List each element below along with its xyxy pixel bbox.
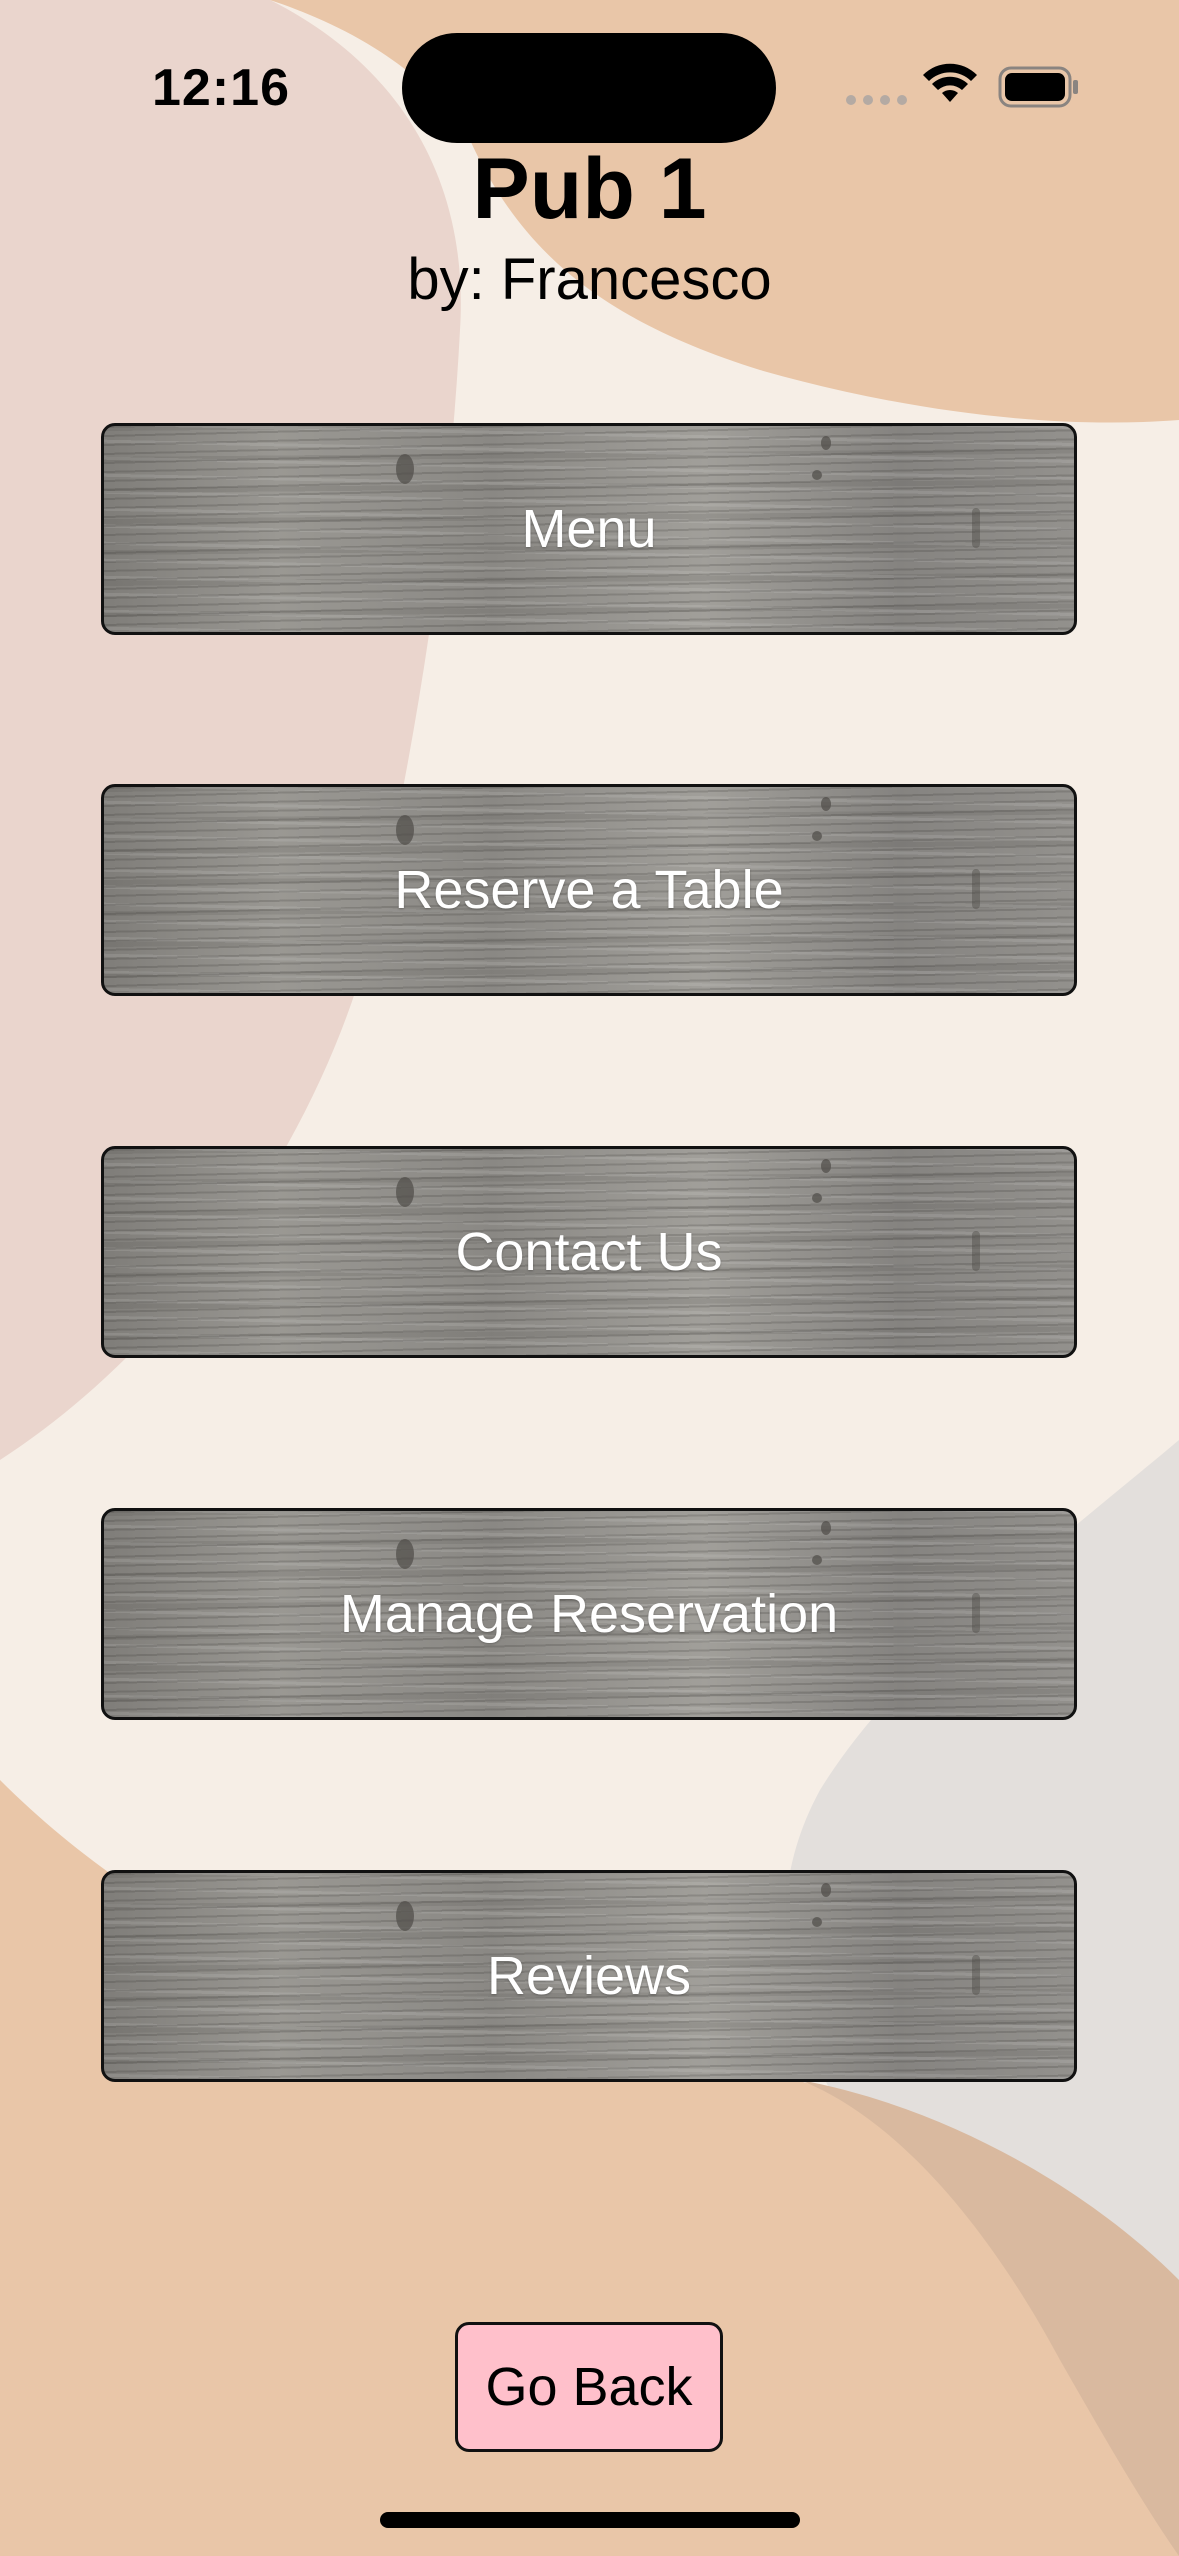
button-label: Reviews	[486, 1946, 692, 2006]
button-label: Contact Us	[455, 1222, 723, 1282]
button-label: Menu	[521, 499, 657, 559]
manage-reservation-button[interactable]: Manage Reservation	[101, 1508, 1077, 1720]
wifi-icon	[923, 63, 977, 102]
battery-icon	[998, 66, 1078, 108]
button-label: Reserve a Table	[394, 860, 784, 920]
menu-button[interactable]: Menu	[101, 423, 1077, 635]
author-subtitle: by: Francesco	[407, 247, 772, 312]
status-time: 12:16	[152, 59, 290, 117]
reserve-table-button[interactable]: Reserve a Table	[101, 784, 1077, 996]
home-indicator[interactable]	[380, 2512, 800, 2528]
page-title: Pub 1	[472, 141, 707, 237]
button-label: Manage Reservation	[339, 1584, 839, 1644]
go-back-button[interactable]: Go Back	[455, 2322, 723, 2452]
dynamic-island	[402, 33, 776, 143]
contact-us-button[interactable]: Contact Us	[101, 1146, 1077, 1358]
cellular-signal-icon	[846, 95, 907, 105]
reviews-button[interactable]: Reviews	[101, 1870, 1077, 2082]
